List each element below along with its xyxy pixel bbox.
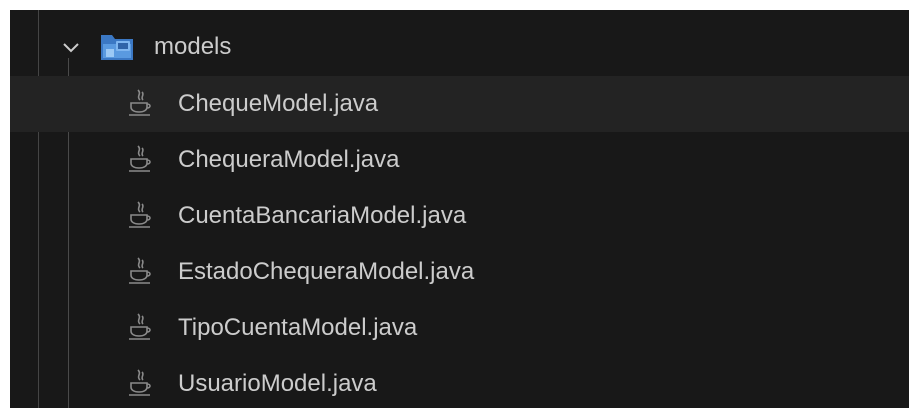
file-row[interactable]: EstadoChequeraModel.java [10, 244, 909, 300]
file-label: TipoCuentaModel.java [178, 314, 418, 341]
file-label: ChequeraModel.java [178, 146, 400, 173]
java-file-icon [129, 313, 151, 340]
file-label: CuentaBancariaModel.java [178, 202, 467, 229]
file-label: EstadoChequeraModel.java [178, 258, 475, 285]
folder-row-models[interactable]: models [10, 20, 909, 76]
explorer-tree: models ChequeModel.java ChequeraModel.ja… [10, 10, 909, 408]
java-file-icon [129, 145, 151, 172]
folder-label: models [154, 33, 232, 60]
file-label: UsuarioModel.java [178, 370, 377, 397]
java-file-icon [129, 89, 151, 116]
chevron-down-icon[interactable] [60, 37, 82, 59]
java-file-icon [129, 257, 151, 284]
file-row[interactable]: ChequeModel.java [10, 76, 909, 132]
java-file-icon [129, 369, 151, 396]
file-label: ChequeModel.java [178, 90, 379, 117]
java-file-icon [129, 201, 151, 228]
models-folder-icon [101, 35, 133, 60]
file-row[interactable]: TipoCuentaModel.java [10, 300, 909, 356]
file-row[interactable]: ChequeraModel.java [10, 132, 909, 188]
file-row[interactable]: UsuarioModel.java [10, 356, 909, 408]
file-row[interactable]: CuentaBancariaModel.java [10, 188, 909, 244]
